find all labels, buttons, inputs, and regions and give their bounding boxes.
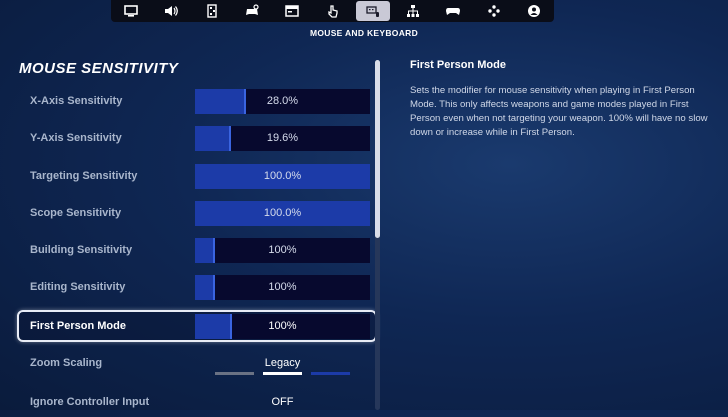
slider-value: 100% [268,244,297,256]
zoom-scaling-value[interactable]: Legacy [195,357,370,369]
profile-icon [527,5,540,17]
active-section-title: MOUSE AND KEYBOARD [309,28,419,38]
setting-label: Y-Axis Sensitivity [30,132,122,144]
controller-settings-icon [245,4,259,15]
slider-bar[interactable]: 19.6% [195,125,370,151]
slider-bar[interactable]: 100% [195,313,370,339]
setting-y-axis-sensitivity[interactable]: Y-Axis Sensitivity 19.6% [17,123,373,153]
scrollbar-thumb[interactable] [375,60,380,238]
slider-bar[interactable]: 100% [195,237,370,263]
tab-game-ui[interactable] [195,1,229,21]
setting-label: X-Axis Sensitivity [30,95,123,107]
tab-profile[interactable] [517,1,551,21]
option-pip-selected [263,372,302,375]
setting-scope-sensitivity[interactable]: Scope Sensitivity 100.0% [17,198,373,228]
slider-bar[interactable]: 100.0% [195,163,370,189]
setting-editing-sensitivity[interactable]: Editing Sensitivity 100% [17,272,373,302]
option-indicator [215,372,350,375]
setting-targeting-sensitivity[interactable]: Targeting Sensitivity 100.0% [17,161,373,191]
tab-audio[interactable] [154,1,188,21]
tab-display[interactable] [114,1,148,21]
setting-label: Ignore Controller Input [30,396,150,408]
setting-label: Building Sensitivity [30,244,133,256]
setting-first-person-mode[interactable]: First Person Mode 100% [17,310,377,342]
setting-x-axis-sensitivity[interactable]: X-Axis Sensitivity 28.0% [17,86,373,116]
setting-label: First Person Mode [30,320,126,332]
network-icon [406,5,419,17]
tab-network[interactable] [396,1,430,21]
setting-label: Zoom Scaling [30,357,103,369]
tab-mouse-and-keyboard[interactable] [355,1,390,21]
page-heading: MOUSE SENSITIVITY [19,60,179,77]
game-ui-icon [206,4,217,18]
scrollbar[interactable] [375,60,380,410]
slider-bar[interactable]: 28.0% [195,88,370,114]
description-body: Sets the modifier for mouse sensitivity … [410,85,708,138]
description-title: First Person Mode [410,59,506,71]
ignore-controller-value[interactable]: OFF [195,396,370,408]
slider-value: 100.0% [263,170,302,182]
slider-value: 100.0% [263,207,302,219]
slider-bar[interactable]: 100% [195,274,370,300]
slider-value: 19.6% [266,132,299,144]
tab-controller-settings[interactable] [235,1,269,21]
slider-value: 100% [268,281,297,293]
controller-icon [446,8,461,15]
tab-account[interactable] [275,1,309,21]
tab-gamepad-layout[interactable] [477,1,511,21]
setting-building-sensitivity[interactable]: Building Sensitivity 100% [17,235,373,265]
account-card-icon [285,5,299,17]
setting-label: Targeting Sensitivity [30,170,138,182]
setting-label: Scope Sensitivity [30,207,122,219]
setting-label: Editing Sensitivity [30,281,126,293]
tab-touch[interactable] [315,1,349,21]
keyboard-mouse-icon [366,6,379,17]
tab-controller[interactable] [436,1,470,21]
slider-value: 28.0% [266,95,299,107]
settings-tab-bar [111,0,554,22]
touch-icon [328,5,339,18]
speaker-icon [165,6,179,16]
slider-bar[interactable]: 100.0% [195,200,370,226]
option-pip [311,372,350,375]
option-pip [215,372,254,375]
gamepad-dpad-icon [487,5,500,17]
slider-value: 100% [268,320,297,332]
monitor-icon [124,5,138,17]
